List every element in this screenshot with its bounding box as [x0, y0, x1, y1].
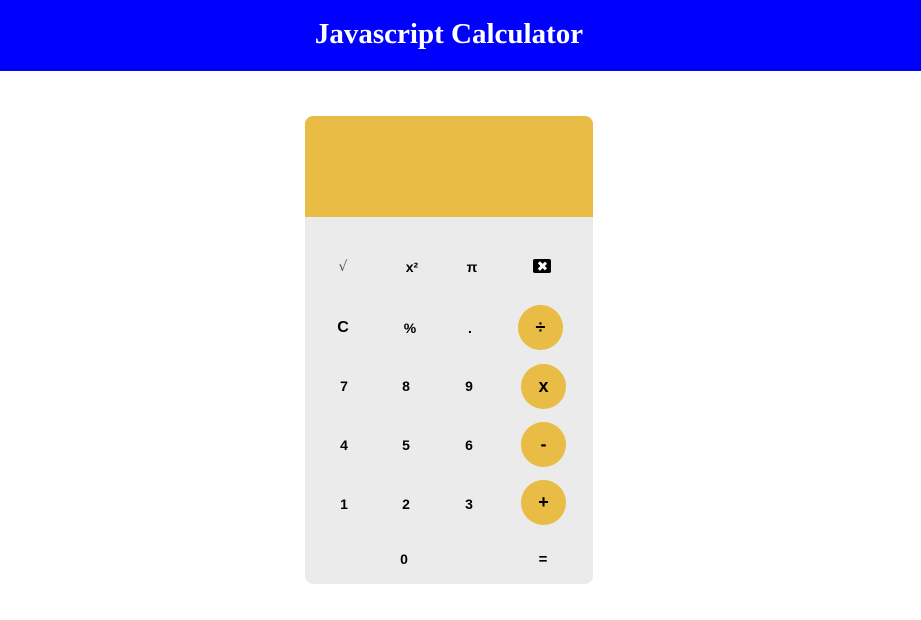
backspace-x-icon — [533, 259, 551, 273]
percent-button[interactable]: % — [390, 308, 430, 348]
calculator: √ x² π C % . ÷ 7 8 9 x 4 5 6 - 1 2 3 + 0… — [305, 116, 593, 584]
app-header: Javascript Calculator — [0, 0, 921, 71]
digit-0-button[interactable]: 0 — [384, 539, 424, 579]
digit-7-button[interactable]: 7 — [324, 366, 364, 406]
digit-6-button[interactable]: 6 — [449, 425, 489, 465]
digit-9-button[interactable]: 9 — [449, 366, 489, 406]
multiply-button[interactable]: x — [521, 364, 566, 409]
page-title: Javascript Calculator — [314, 18, 584, 50]
divide-button[interactable]: ÷ — [518, 305, 563, 350]
subtract-button[interactable]: - — [521, 422, 566, 467]
square-button[interactable]: x² — [392, 247, 432, 287]
digit-5-button[interactable]: 5 — [386, 425, 426, 465]
decimal-button[interactable]: . — [450, 308, 490, 348]
equals-button[interactable]: = — [523, 539, 563, 579]
digit-1-button[interactable]: 1 — [324, 484, 364, 524]
backspace-button[interactable] — [522, 246, 562, 286]
square-root-button[interactable]: √ — [323, 247, 363, 287]
clear-button[interactable]: C — [323, 308, 363, 348]
calculator-display — [305, 116, 593, 217]
add-button[interactable]: + — [521, 480, 566, 525]
digit-8-button[interactable]: 8 — [386, 366, 426, 406]
digit-2-button[interactable]: 2 — [386, 484, 426, 524]
digit-3-button[interactable]: 3 — [449, 484, 489, 524]
digit-4-button[interactable]: 4 — [324, 425, 364, 465]
pi-button[interactable]: π — [452, 247, 492, 287]
